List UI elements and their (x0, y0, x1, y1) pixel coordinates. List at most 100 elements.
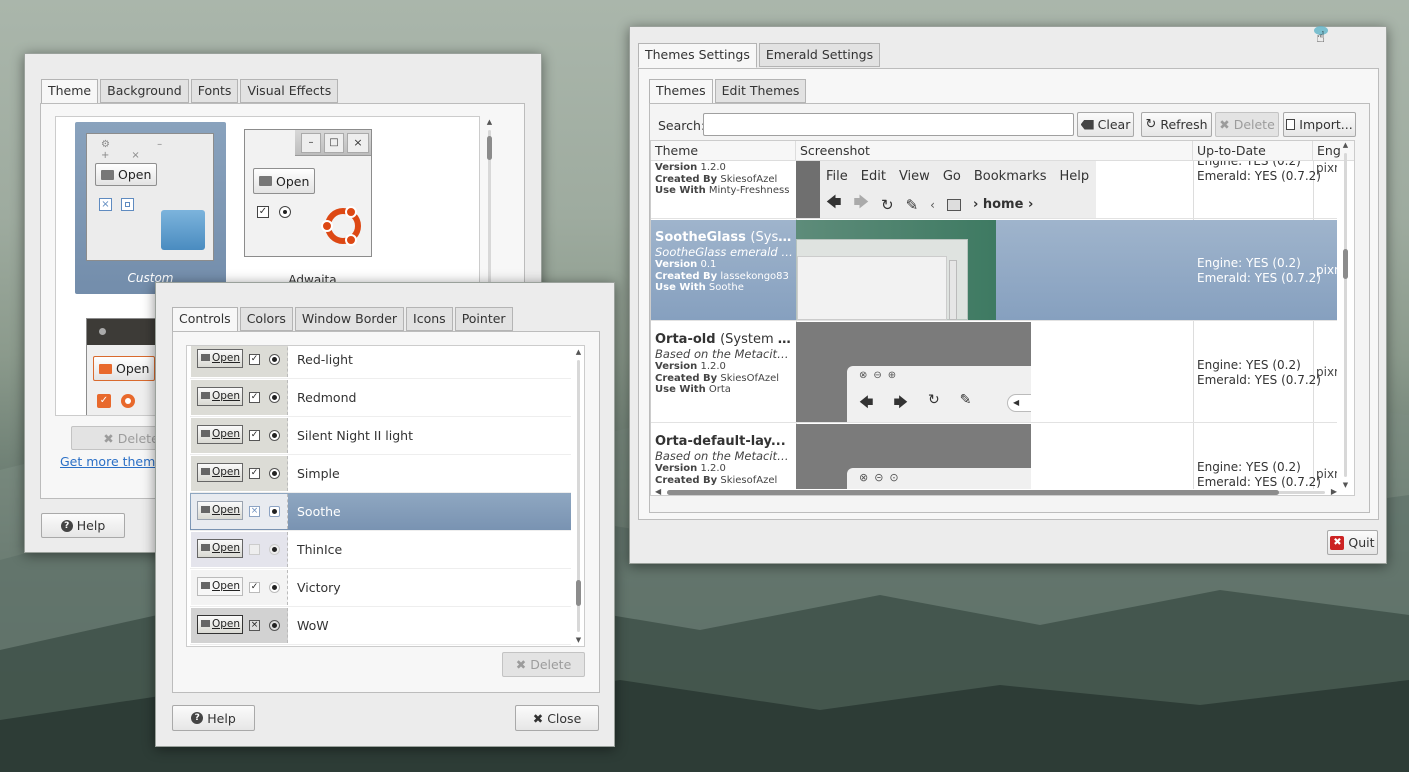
minimize-icon: – (301, 133, 321, 153)
theme-name: Orta-default-lay... (655, 434, 786, 449)
scroll-down-icon[interactable]: ▼ (1341, 481, 1350, 489)
maximize-icon: □ (324, 133, 344, 153)
screenshot-window: File Edit View Go Bookmarks Help 🡄 🡆 ↻ ✎ ‹ › hom… (820, 161, 1096, 218)
reload-icon: ↻ (927, 392, 940, 408)
tab-emerald-settings[interactable]: Emerald Settings (758, 43, 881, 67)
close-button[interactable]: ✖ Close (515, 705, 599, 731)
theme-preview-custom: ⚙ –+× Open × (86, 133, 214, 261)
radio-icon (121, 198, 134, 211)
scroll-up-icon[interactable]: ▲ (574, 348, 583, 356)
folder-icon (259, 176, 272, 186)
scroll-up-icon[interactable]: ▲ (1341, 141, 1350, 149)
theme-item-custom[interactable]: ⚙ –+× Open × Custom (75, 122, 226, 294)
tab-window-border[interactable]: Window Border (294, 307, 405, 331)
tab-edit-themes[interactable]: Edit Themes (714, 79, 807, 103)
ubuntu-logo-icon (321, 206, 361, 246)
quit-button[interactable]: ✖ Quit (1327, 530, 1378, 555)
import-button[interactable]: Import... (1283, 112, 1356, 137)
theme-name: Orta-old (655, 332, 716, 347)
list-item[interactable]: Open ✓ Silent Night II light (190, 417, 571, 455)
radio-icon (279, 206, 291, 218)
table-horizontal-scrollbar[interactable]: ◀ ▶ (651, 487, 1341, 495)
preview-open-button: Open (253, 168, 316, 194)
tab-background[interactable]: Background (100, 79, 189, 103)
delete-button[interactable]: ✖ Delete (1215, 112, 1279, 137)
scroll-left-icon[interactable]: ◀ (655, 487, 661, 495)
search-input[interactable] (703, 113, 1074, 136)
table-row[interactable]: Version 1.2.0 Created By SkiesofAzel Use… (651, 161, 1337, 219)
scroll-thumb[interactable] (576, 580, 581, 606)
theme-screenshot: File Edit View Go Bookmarks Help 🡄 🡆 ↻ ✎ ‹ › hom… (796, 161, 1096, 218)
checkbox-icon: × (99, 198, 112, 211)
tab-colors[interactable]: Colors (239, 307, 293, 331)
list-item[interactable]: Open ✓ Victory (190, 569, 571, 607)
preview-open-button: Open (95, 163, 158, 186)
search-label: Search: (658, 118, 706, 133)
list-item-selected[interactable]: Open × Soothe (190, 493, 571, 531)
controls-list-scrollbar[interactable]: ▲ ▼ (574, 348, 583, 644)
column-engine[interactable]: Eng (1313, 141, 1343, 161)
themes-table: Theme Screenshot Up-to-Date Eng Version … (650, 140, 1355, 496)
theme-screenshot (796, 220, 996, 320)
scroll-down-icon[interactable]: ▼ (574, 636, 583, 644)
tab-themes-settings[interactable]: Themes Settings (638, 43, 757, 68)
tab-visual-effects[interactable]: Visual Effects (240, 79, 339, 103)
table-row[interactable]: Orta-old (System T... Based on the Metac… (651, 322, 1337, 423)
customize-theme-window: Controls Colors Window Border Icons Poin… (155, 282, 615, 747)
radio-icon (121, 394, 135, 408)
tab-themes[interactable]: Themes (649, 79, 713, 104)
customize-help-button[interactable]: ? Help (172, 705, 255, 731)
column-screenshot[interactable]: Screenshot (796, 141, 1193, 161)
tab-controls[interactable]: Controls (172, 307, 238, 332)
table-vertical-scrollbar[interactable]: ▲ ▼ (1341, 141, 1350, 489)
close-icon: × (347, 133, 369, 153)
theme-screenshot: ⊗⊖⊕ 🡄 🡆 ↻ ✎ ◀ (796, 322, 1031, 422)
list-item[interactable]: Open ✓ Red-light (190, 346, 571, 379)
list-item[interactable]: Open × WoW (190, 607, 571, 645)
list-item[interactable]: Open ✓ Redmond (190, 379, 571, 417)
tab-icons[interactable]: Icons (406, 307, 453, 331)
tab-pointer[interactable]: Pointer (454, 307, 513, 331)
reload-icon: ↻ (881, 195, 894, 214)
screenshot-toolbar: 🡄 🡆 ↻ ✎ ‹ › home › (826, 192, 1033, 217)
get-more-themes-link[interactable]: Get more themes (60, 454, 170, 469)
theme-info: Orta-old (System T... Based on the Metac… (655, 332, 793, 395)
table-row-selected[interactable]: SootheGlass (Syste... SootheGlass emeral… (651, 220, 1337, 321)
column-up-to-date[interactable]: Up-to-Date (1193, 141, 1313, 161)
preview-open-button: Open (93, 356, 156, 381)
theme-item-adwaita[interactable]: – □ × Open ✓ Adwaita (237, 122, 388, 294)
scroll-thumb[interactable] (667, 490, 1279, 495)
customize-tabs: Controls Colors Window Border Icons Poin… (172, 307, 515, 332)
mouse-pointer-icon: ☝ (1312, 26, 1332, 46)
refresh-icon: ↻ (1145, 117, 1157, 132)
controls-list: Open ✓ Red-light Open ✓ Redmond Open ✓ Sile… (186, 345, 585, 647)
help-icon: ? (191, 712, 204, 724)
table-body: Version 1.2.0 Created By SkiesofAzel Use… (651, 161, 1337, 489)
clear-button[interactable]: Clear (1077, 112, 1134, 137)
list-item[interactable]: Open ThinIce (190, 531, 571, 569)
table-header: Theme Screenshot Up-to-Date Eng (651, 141, 1354, 161)
clear-icon (1080, 119, 1094, 130)
refresh-button[interactable]: ↻ Refresh (1141, 112, 1212, 137)
scroll-thumb[interactable] (487, 136, 492, 160)
delete-icon: ✖ (103, 430, 114, 446)
emerald-sub-tabs: Themes Edit Themes (649, 79, 808, 104)
preview-titlebar: – □ × (295, 130, 371, 156)
scroll-thumb[interactable] (1343, 249, 1348, 279)
scroll-right-icon[interactable]: ▶ (1331, 487, 1337, 495)
close-icon: ✖ (532, 710, 544, 726)
appearance-help-button[interactable]: ? Help (41, 513, 125, 538)
emerald-top-tabs: Themes Settings Emerald Settings (638, 43, 882, 68)
theme-name: SootheGlass (655, 230, 746, 245)
appearance-tabs: Theme Background Fonts Visual Effects (41, 79, 340, 104)
list-item[interactable]: Open ✓ Simple (190, 455, 571, 493)
checkbox-icon: ✓ (257, 206, 269, 218)
themes-settings-panel: Themes Edit Themes Search: Clear ↻ Refres… (638, 68, 1379, 520)
tab-fonts[interactable]: Fonts (190, 79, 239, 103)
emerald-themer-window: Themes Settings Emerald Settings Themes … (629, 26, 1387, 564)
delete-controls-button[interactable]: ✖ Delete (502, 652, 585, 677)
tab-theme[interactable]: Theme (41, 79, 99, 104)
scroll-up-icon[interactable]: ▲ (485, 118, 494, 126)
column-theme[interactable]: Theme (651, 141, 796, 161)
table-row[interactable]: Orta-default-lay... Based on the Metacit… (651, 424, 1337, 489)
